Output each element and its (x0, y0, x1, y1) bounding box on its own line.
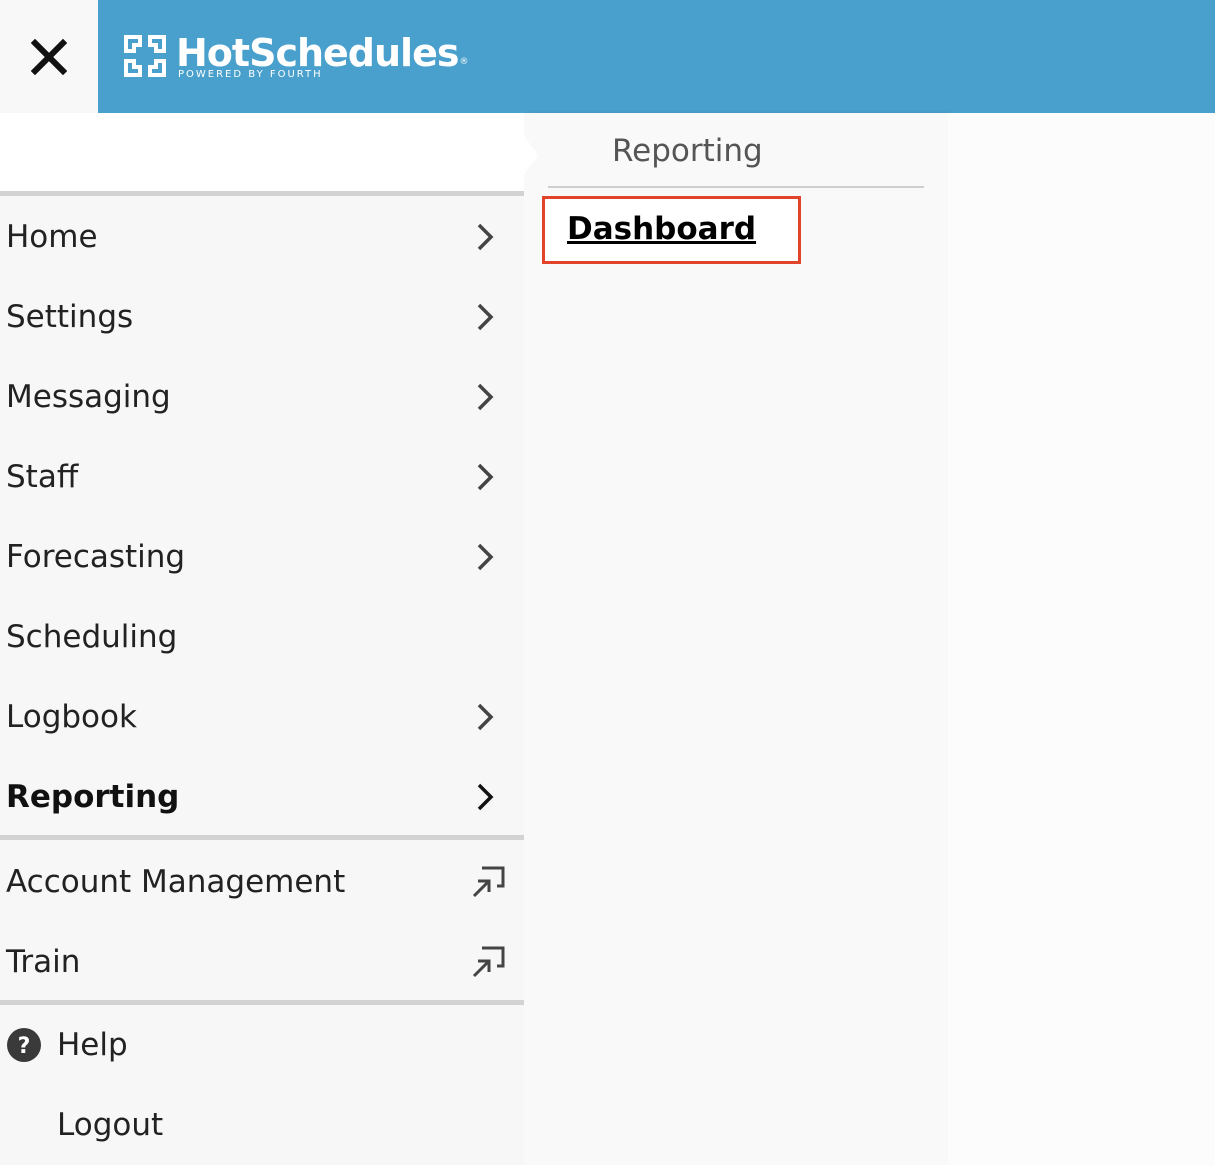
nav-item-logout[interactable]: Logout (0, 1085, 524, 1165)
submenu-pointer-arrow (520, 130, 538, 180)
nav-item-label: Account Management (6, 864, 346, 900)
brand-registered-mark: ® (459, 57, 469, 67)
nav-item-home[interactable]: Home (0, 197, 524, 277)
submenu-item-dashboard[interactable]: Dashboard (542, 196, 801, 264)
nav-item-label: Settings (6, 299, 134, 335)
nav-item-label: Staff (6, 459, 79, 495)
divider (0, 835, 524, 840)
close-icon (31, 38, 67, 75)
external-link-icon (472, 946, 505, 978)
submenu-divider (548, 186, 924, 188)
nav-item-label: Help (57, 1027, 128, 1063)
nav-item-help[interactable]: ? Help (0, 1005, 524, 1085)
brand-name: HotSchedules (176, 31, 459, 75)
dashboard-link[interactable]: Dashboard (567, 211, 756, 247)
close-menu-button[interactable] (0, 0, 98, 113)
chevron-right-icon (477, 703, 494, 731)
nav-item-label: Forecasting (6, 539, 186, 575)
chevron-right-icon (477, 383, 494, 411)
reporting-submenu-panel: Reporting Dashboard (524, 113, 948, 1165)
nav-item-staff[interactable]: Staff (0, 437, 524, 517)
nav-item-label: Messaging (6, 379, 171, 415)
main-content-area (948, 113, 1215, 1165)
nav-item-label: Reporting (6, 779, 180, 815)
sidebar-top-spacer (0, 113, 524, 191)
chevron-right-icon (477, 783, 494, 811)
nav-item-label: Train (6, 944, 81, 980)
nav-item-label: Logout (57, 1107, 164, 1143)
nav-item-label: Scheduling (6, 619, 178, 655)
chevron-right-icon (477, 463, 494, 491)
chevron-right-icon (477, 303, 494, 331)
nav-item-scheduling[interactable]: Scheduling (0, 597, 524, 677)
nav-item-account-management[interactable]: Account Management (0, 842, 524, 922)
nav-item-forecasting[interactable]: Forecasting (0, 517, 524, 597)
nav-item-logbook[interactable]: Logbook (0, 677, 524, 757)
nav-item-reporting[interactable]: Reporting (0, 757, 524, 837)
nav-item-messaging[interactable]: Messaging (0, 357, 524, 437)
chevron-right-icon (477, 223, 494, 251)
main-nav-sidebar: Home Settings Messaging Staff Forecastin… (0, 113, 524, 1165)
divider (0, 191, 524, 196)
brand-logo[interactable]: HotSchedules ® POWERED BY FOURTH (122, 31, 468, 80)
svg-text:?: ? (18, 1034, 31, 1059)
submenu-title: Reporting (612, 133, 763, 169)
hotschedules-logo-icon (124, 35, 166, 77)
help-circle-icon: ? (7, 1028, 41, 1062)
nav-item-train[interactable]: Train (0, 922, 524, 1002)
nav-item-settings[interactable]: Settings (0, 277, 524, 357)
nav-item-label: Home (6, 219, 98, 255)
brand-tagline: POWERED BY FOURTH (178, 69, 323, 80)
chevron-right-icon (477, 543, 494, 571)
app-header: HotSchedules ® POWERED BY FOURTH (98, 0, 1215, 113)
nav-item-label: Logbook (6, 699, 137, 735)
external-link-icon (472, 866, 505, 898)
